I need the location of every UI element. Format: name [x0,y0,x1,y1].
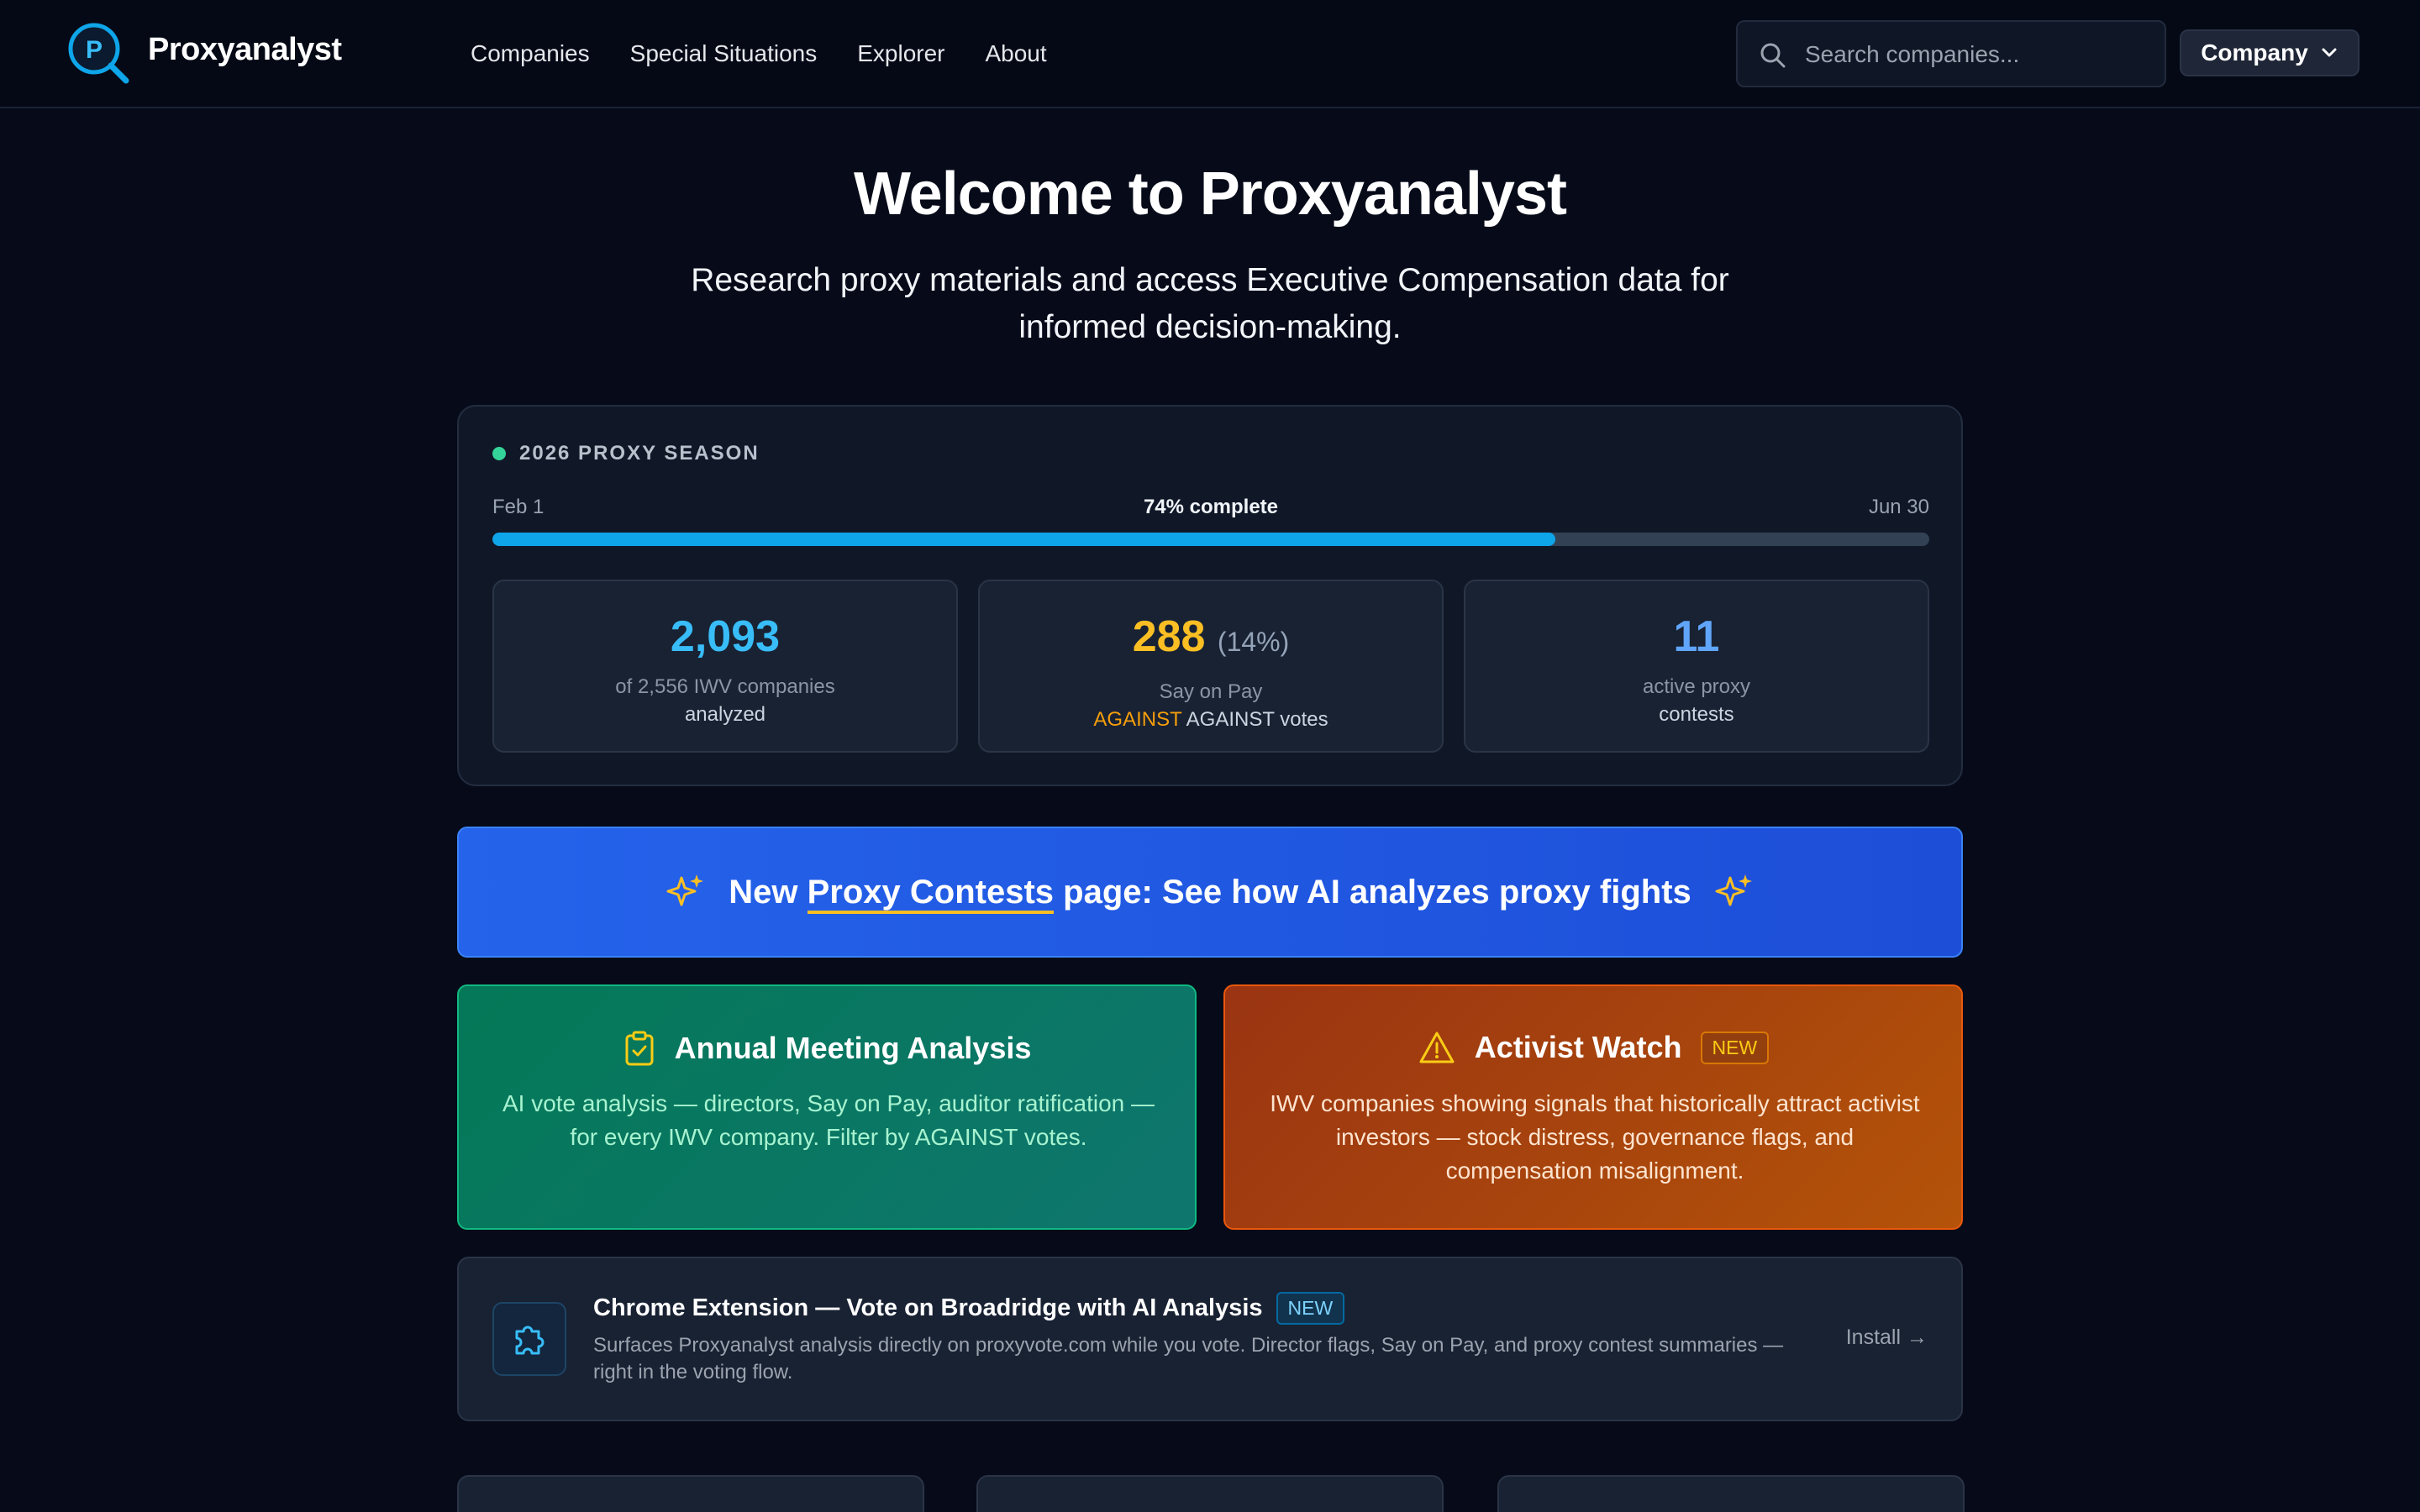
sparkles-icon [666,874,704,906]
banner-prefix: New [729,873,798,911]
company-button-label: Company [2201,39,2308,66]
season-label: 2026 PROXY SEASON [519,442,760,465]
nav-about[interactable]: About [985,37,1046,71]
season-progress-fill [492,533,1556,546]
clipboard-check-icon [625,1031,654,1066]
page-title: Welcome to Proxyanalyst [854,160,1567,228]
extension-title-row: Chrome Extension — Vote on Broadridge wi… [593,1292,1345,1325]
stat-line2: analyzed [684,703,766,726]
page-subtitle: Research proxy materials and access Exec… [691,262,1729,345]
season-progress-bar [492,533,1929,546]
season-end-date: Jun 30 [1868,496,1929,518]
company-dropdown-button[interactable]: Company [2180,29,2360,76]
feature-card-partial[interactable] [457,1475,924,1512]
banner-suffix: page: See how AI analyzes proxy fights [1063,873,1691,911]
feature-card-partial[interactable] [976,1475,1444,1512]
search-box[interactable] [1736,20,2166,87]
stat-value: 288 [1132,612,1206,661]
card-title: Activist Watch [1474,1030,1682,1064]
stat-active-contests[interactable]: 11 active proxy contests [1464,580,1929,753]
extension-title: Chrome Extension — Vote on Broadridge wi… [593,1294,1263,1321]
stat-line2-row: AGAINST AGAINST votes [980,706,1442,734]
stat-say-on-pay-against[interactable]: 288 (14%) Say on Pay AGAINST AGAINST vot… [978,580,1444,753]
stat-value-row: 288 (14%) [980,612,1442,667]
proxy-season-card: 2026 PROXY SEASON Feb 1 74% complete Jun… [457,405,1963,786]
activist-watch-card[interactable]: Activist Watch NEW IWV companies showing… [1223,984,1963,1230]
search-icon [1760,43,1786,68]
nav-explorer[interactable]: Explorer [857,37,944,71]
banner-text: New Proxy Contests page: See how AI anal… [729,873,1691,914]
card-title: Annual Meeting Analysis [674,1031,1032,1065]
stat-percent: (14%) [1217,627,1290,657]
stat-line2: contests [1659,703,1734,726]
against-accent: AGAINST [1093,708,1182,731]
stat-companies-analyzed[interactable]: 2,093 of 2,556 IWV companies analyzed [492,580,958,753]
puzzle-icon [515,1326,544,1355]
stat-line1: Say on Pay [1159,680,1263,703]
nav-companies[interactable]: Companies [471,37,590,71]
logo-letter: P [86,36,103,64]
progress-labels: Feb 1 74% complete Jun 30 [492,496,1929,522]
stat-line1: active proxy [1642,675,1751,698]
logo-magnifier-icon[interactable]: P [64,18,133,87]
card-description: IWV companies showing signals that histo… [1270,1090,1920,1184]
top-header: P Proxyanalyst Companies Special Situati… [0,0,2420,108]
feature-card-partial[interactable] [1497,1475,1965,1512]
new-badge: NEW [1700,1031,1770,1064]
stat-line2: AGAINST votes [1186,708,1328,731]
search-input[interactable] [1805,34,2149,76]
warning-triangle-icon [1419,1032,1455,1063]
card-header: Activist Watch NEW [1225,1030,1961,1065]
chevron-down-icon [2322,48,2337,57]
annual-meeting-analysis-card[interactable]: Annual Meeting Analysis AI vote analysis… [457,984,1197,1230]
sparkles-icon [1715,874,1752,906]
chrome-extension-card[interactable]: Chrome Extension — Vote on Broadridge wi… [457,1257,1963,1421]
extension-description: Surfaces Proxyanalyst analysis directly … [593,1334,1784,1383]
stat-value: 2,093 [670,612,781,661]
new-badge: NEW [1276,1292,1345,1325]
proxy-contests-link[interactable]: Proxy Contests [807,873,1055,914]
card-description: AI vote analysis — directors, Say on Pay… [502,1090,1155,1150]
brand-name[interactable]: Proxyanalyst [148,32,342,68]
proxy-contests-banner[interactable]: New Proxy Contests page: See how AI anal… [457,827,1963,958]
progress-text: 74% complete [1143,496,1279,518]
stat-line1: of 2,556 IWV companies [615,675,835,698]
status-dot [492,447,506,460]
nav-special-situations[interactable]: Special Situations [630,37,818,71]
install-link[interactable]: Install → [1846,1326,1928,1350]
card-header: Annual Meeting Analysis [459,1030,1195,1067]
main-nav: Companies Special Situations Explorer Ab… [471,37,1047,71]
stat-value: 11 [1673,612,1720,661]
puzzle-icon-wrapper [492,1302,566,1376]
season-header: 2026 PROXY SEASON [492,442,760,465]
